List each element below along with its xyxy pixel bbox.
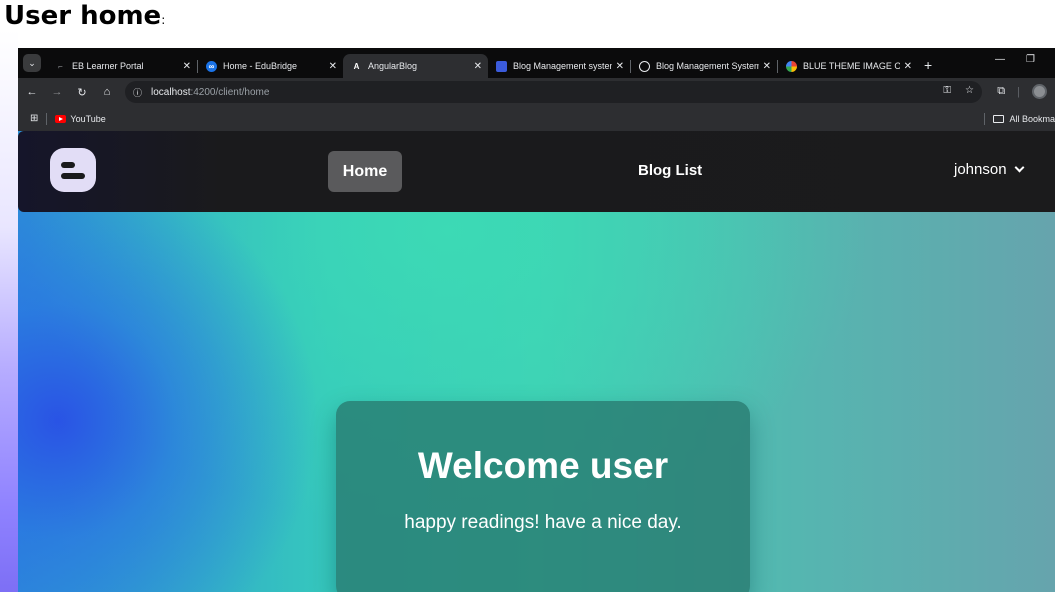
tab-edubridge[interactable]: ∞ Home - EduBridge ✕ <box>198 54 343 78</box>
welcome-title: Welcome user <box>417 445 669 486</box>
bookmark-star-icon[interactable]: ☆ <box>965 85 974 96</box>
apps-grid-icon[interactable]: ⊞ <box>30 113 38 124</box>
url-text[interactable]: localhost:4200/client/home <box>151 87 269 98</box>
close-icon[interactable]: ✕ <box>616 61 624 72</box>
youtube-icon <box>55 114 67 123</box>
tab-angularblog[interactable]: A AngularBlog ✕ <box>343 54 488 78</box>
tab-eb-learner-portal[interactable]: ⌐ EB Learner Portal ✕ <box>47 54 197 78</box>
tab-title: AngularBlog <box>368 61 418 71</box>
home-icon[interactable]: ⌂ <box>96 86 118 98</box>
close-icon[interactable]: ✕ <box>183 61 191 72</box>
browser-toolbar: ← → ↻ ⌂ ⓘ localhost:4200/client/home ⚿ ☆… <box>18 78 1055 106</box>
tab-title: EB Learner Portal <box>72 61 144 71</box>
tab-search-button[interactable]: ⌄ <box>23 54 41 72</box>
extensions-icon[interactable]: ⧉ <box>997 85 1005 98</box>
bookmarks-bar: ⊞ YouTube All Bookma <box>18 106 1055 131</box>
close-icon[interactable]: ✕ <box>904 61 912 72</box>
all-bookmarks-label: All Bookma <box>1009 113 1055 124</box>
tab-title: BLUE THEME IMAGE OG H <box>803 61 900 71</box>
password-key-icon[interactable]: ⚿ <box>943 85 951 96</box>
edubridge-icon: ∞ <box>206 60 217 72</box>
minimize-icon[interactable]: — <box>995 54 1005 65</box>
welcome-card: Welcome user happy readings! have a nice… <box>336 401 750 592</box>
chevron-down-icon <box>1014 162 1024 172</box>
globe-icon <box>639 60 650 72</box>
nav-home-button[interactable]: Home <box>328 151 402 192</box>
bookmark-separator <box>46 112 48 125</box>
new-tab-button[interactable]: + <box>924 57 932 73</box>
all-bookmarks[interactable]: All Bookma <box>976 106 1055 131</box>
nav-blog-list-link[interactable]: Blog List <box>638 162 702 179</box>
user-name: johnson <box>954 161 1007 178</box>
folder-icon <box>993 114 1005 123</box>
blog-app-icon <box>496 60 507 72</box>
close-icon[interactable]: ✕ <box>329 61 337 72</box>
tab-blog-management[interactable]: Blog Management system ✕ <box>488 54 630 78</box>
tab-title: Blog Management system <box>513 61 612 71</box>
back-icon[interactable]: ← <box>21 86 43 98</box>
browser-window: ⌄ ⌐ EB Learner Portal ✕ ∞ Home - EduBrid… <box>18 48 1055 592</box>
bookmark-youtube[interactable]: YouTube <box>70 114 105 124</box>
close-icon[interactable]: ✕ <box>474 61 482 72</box>
site-info-icon[interactable]: ⓘ <box>133 86 147 99</box>
close-icon[interactable]: ✕ <box>763 61 771 72</box>
tab-google-search[interactable]: BLUE THEME IMAGE OG H ✕ <box>778 54 918 78</box>
eb-portal-icon: ⌐ <box>58 61 63 71</box>
tab-strip: ⌄ ⌐ EB Learner Portal ✕ ∞ Home - EduBrid… <box>18 48 1055 78</box>
tab-blog-management-system[interactable]: Blog Management System ✕ <box>631 54 777 78</box>
user-menu-dropdown[interactable]: johnson <box>954 161 1024 178</box>
document-heading: User home: <box>4 1 166 31</box>
restore-icon[interactable]: ❐ <box>1026 54 1035 65</box>
tab-title: Home - EduBridge <box>223 61 298 71</box>
tab-title: Blog Management System <box>656 61 759 71</box>
reload-icon[interactable]: ↻ <box>71 86 93 99</box>
welcome-subtitle: happy readings! have a nice day. <box>404 512 682 533</box>
angular-icon: A <box>353 61 360 71</box>
profile-avatar[interactable] <box>1032 84 1047 99</box>
toolbar-separator: | <box>1017 85 1020 98</box>
google-icon <box>786 60 797 72</box>
page-viewport: Home Blog List johnson Welcome user happ… <box>18 131 1055 592</box>
side-decoration <box>0 30 18 592</box>
app-navbar: Home Blog List johnson <box>18 131 1055 212</box>
blogger-logo-icon[interactable] <box>50 148 96 192</box>
bookmark-separator <box>984 112 986 125</box>
forward-icon[interactable]: → <box>46 86 68 98</box>
address-bar[interactable]: ⓘ localhost:4200/client/home ⚿ ☆ <box>125 81 982 103</box>
